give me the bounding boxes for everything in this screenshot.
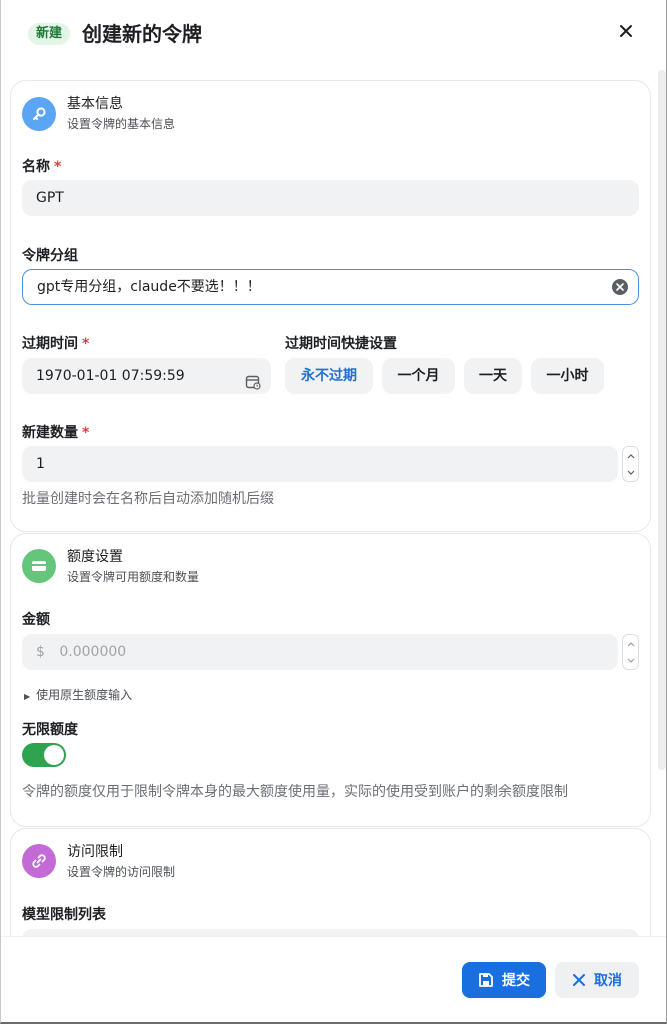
close-icon bbox=[620, 25, 632, 37]
access-card: 访问限制 设置令牌的访问限制 模型限制列表 bbox=[10, 828, 651, 936]
new-badge: 新建 bbox=[28, 23, 71, 45]
chevron-down-icon[interactable] bbox=[627, 470, 635, 476]
modal-title: 创建新的令牌 bbox=[82, 22, 202, 46]
amount-placeholder: 0.000000 bbox=[59, 644, 127, 660]
key-icon bbox=[22, 97, 56, 131]
modal-header: 新建 创建新的令牌 bbox=[1, 0, 666, 70]
model-limit-select[interactable] bbox=[22, 929, 639, 936]
group-select[interactable]: gpt专用分组，claude不要选！！！ bbox=[22, 269, 639, 305]
card-title: 访问限制 bbox=[67, 844, 123, 860]
count-input[interactable]: 1 bbox=[22, 446, 618, 482]
count-label: 新建数量 * bbox=[22, 424, 89, 442]
amount-stepper[interactable] bbox=[622, 634, 639, 670]
expire-datetime-input[interactable]: 1970-01-01 07:59:59 bbox=[22, 358, 271, 394]
modal-body: 基本信息 设置令牌的基本信息 名称 * GPT 令牌分组 gpt专用分组，clau… bbox=[1, 70, 666, 936]
card-subtitle: 设置令牌的基本信息 bbox=[67, 117, 176, 131]
quick-day-button[interactable]: 一天 bbox=[464, 358, 522, 394]
name-input[interactable]: GPT bbox=[22, 180, 639, 216]
required-mark: * bbox=[82, 425, 90, 441]
model-limit-label: 模型限制列表 bbox=[22, 907, 106, 923]
save-icon bbox=[479, 973, 493, 987]
toggle-knob bbox=[44, 745, 64, 765]
expire-label: 过期时间 * bbox=[22, 335, 89, 353]
group-label: 令牌分组 bbox=[22, 248, 78, 264]
clear-icon[interactable] bbox=[612, 279, 628, 295]
quick-hour-button[interactable]: 一小时 bbox=[531, 358, 604, 394]
submit-label: 提交 bbox=[502, 973, 530, 989]
quick-never-button[interactable]: 永不过期 bbox=[285, 358, 373, 394]
quota-card: 额度设置 设置令牌可用额度和数量 金额 $ 0.000000 ▶ 使用原生额度输入… bbox=[10, 533, 651, 827]
group-value: gpt专用分组，claude不要选！！！ bbox=[37, 279, 261, 295]
expire-label-text: 过期时间 bbox=[22, 336, 78, 352]
submit-button[interactable]: 提交 bbox=[462, 962, 546, 998]
card-title: 基本信息 bbox=[67, 96, 123, 112]
count-hint: 批量创建时会在名称后自动添加随机后缀 bbox=[22, 491, 274, 507]
chevron-up-icon[interactable] bbox=[627, 453, 635, 459]
currency-prefix: $ bbox=[36, 644, 45, 660]
modal: 新建 创建新的令牌 基本信息 设置令牌的基本信息 名称 * GPT 令牌分组 gp bbox=[0, 0, 667, 1024]
raw-quota-toggle[interactable]: ▶ 使用原生额度输入 bbox=[24, 687, 132, 705]
count-label-text: 新建数量 bbox=[22, 425, 78, 441]
caret-right-icon: ▶ bbox=[24, 692, 31, 701]
name-label: 名称 * bbox=[22, 158, 61, 176]
chevron-up-icon[interactable] bbox=[627, 641, 635, 647]
quick-month-button[interactable]: 一个月 bbox=[382, 358, 455, 394]
unlimited-toggle[interactable] bbox=[22, 743, 66, 767]
link-icon bbox=[22, 844, 56, 878]
raw-quota-text: 使用原生额度输入 bbox=[36, 688, 133, 702]
required-mark: * bbox=[82, 336, 90, 352]
amount-input[interactable]: $ 0.000000 bbox=[22, 634, 618, 670]
required-mark: * bbox=[54, 159, 62, 175]
basic-info-card: 基本信息 设置令牌的基本信息 名称 * GPT 令牌分组 gpt专用分组，clau… bbox=[10, 80, 651, 532]
calendar-icon[interactable] bbox=[245, 368, 261, 404]
card-title: 额度设置 bbox=[67, 549, 123, 565]
modal-footer: 提交 取消 bbox=[1, 936, 666, 1022]
chevron-down-icon[interactable] bbox=[627, 658, 635, 664]
cancel-button[interactable]: 取消 bbox=[555, 962, 639, 998]
card-subtitle: 设置令牌可用额度和数量 bbox=[67, 570, 200, 584]
expire-value: 1970-01-01 07:59:59 bbox=[36, 368, 185, 384]
name-label-text: 名称 bbox=[22, 159, 50, 175]
count-stepper[interactable] bbox=[622, 446, 639, 482]
card-subtitle: 设置令牌的访问限制 bbox=[67, 865, 176, 879]
card-icon bbox=[22, 549, 56, 583]
amount-label: 金额 bbox=[22, 612, 50, 628]
quota-hint: 令牌的额度仅用于限制令牌本身的最大额度使用量，实际的使用受到账户的剩余额度限制 bbox=[22, 784, 568, 800]
close-button[interactable] bbox=[613, 18, 639, 44]
close-icon bbox=[573, 974, 585, 986]
quick-expire-label: 过期时间快捷设置 bbox=[285, 336, 397, 352]
unlimited-label: 无限额度 bbox=[22, 722, 78, 738]
cancel-label: 取消 bbox=[594, 973, 622, 989]
